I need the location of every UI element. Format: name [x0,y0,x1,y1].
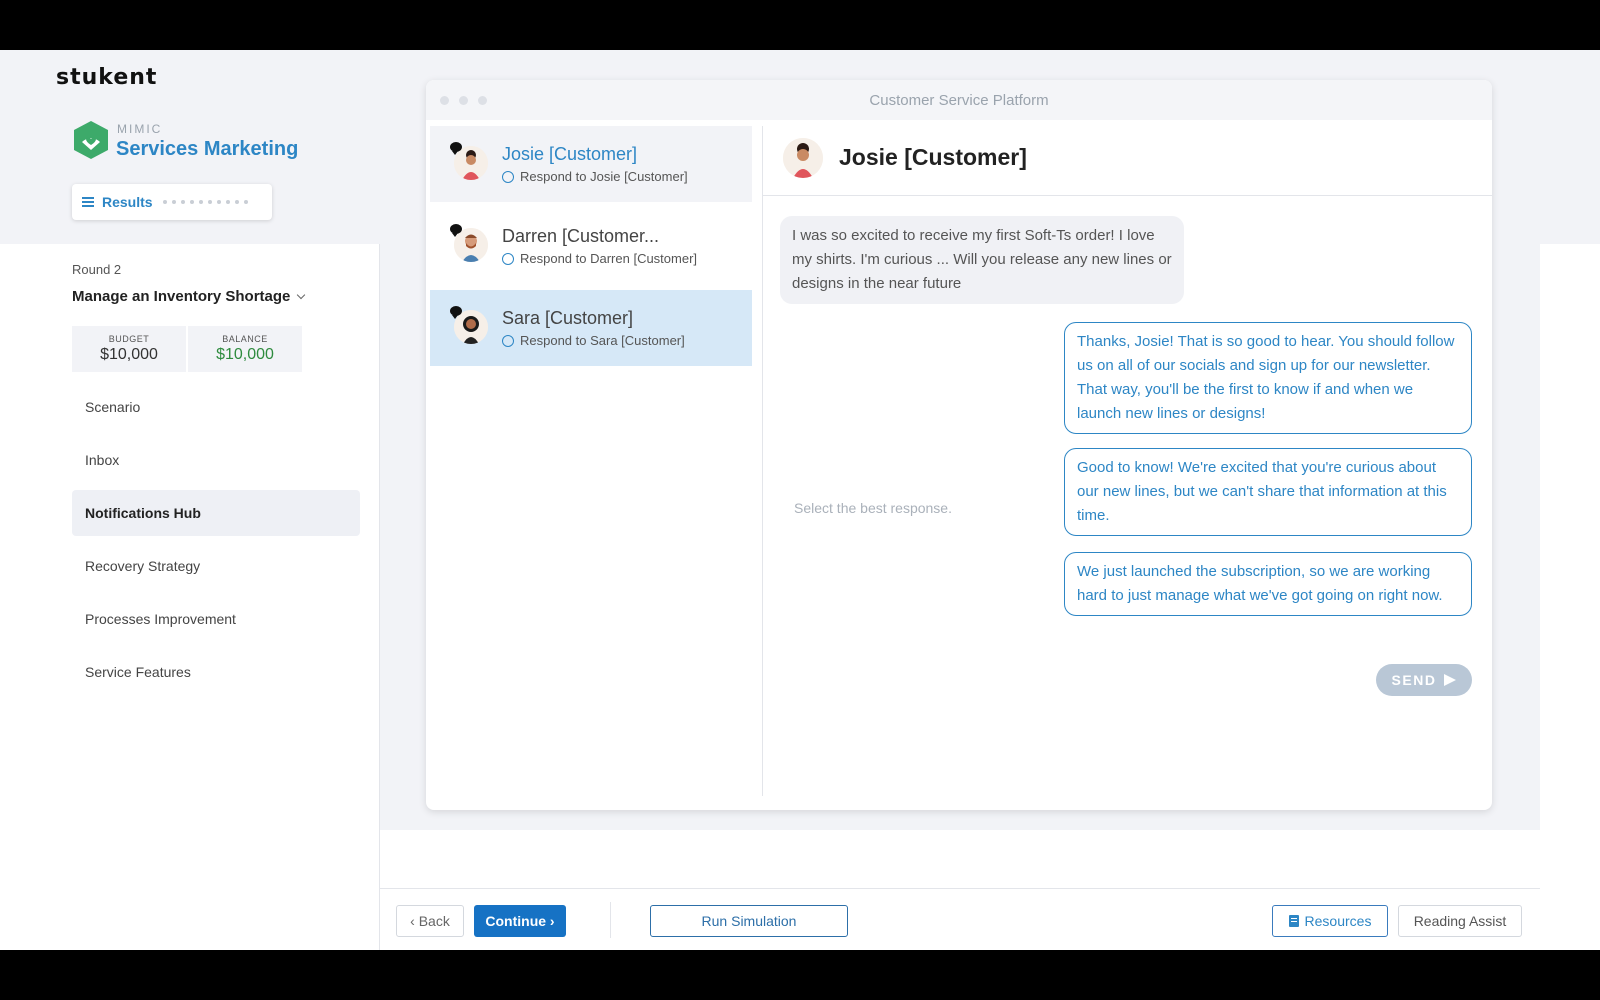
window-controls [440,96,487,105]
budget-value: $10,000 [100,346,158,363]
chat-bubble-icon [450,224,462,237]
conversation-name: Sara [Customer] [502,308,634,328]
select-hint: Select the best response. [794,500,952,516]
nav-item-scenario[interactable]: Scenario [72,384,360,430]
conversation-sara[interactable]: Sara [Customer] Respond to Sara [Custome… [430,290,752,366]
balance-value: $10,000 [216,346,274,363]
mimic-logo-icon [74,121,108,159]
conversation-sub: Respond to Darren [Customer] [520,251,698,266]
brand-logo: stukent [56,65,158,90]
balance-cell: BALANCE $10,000 [188,326,302,372]
menu-icon [82,197,94,207]
chat-bubble-icon [450,142,462,155]
conversation-name: Darren [Customer... [502,226,660,246]
conversation-sub: Respond to Sara [Customer] [520,333,685,348]
conversation-josie[interactable]: Josie [Customer] Respond to Josie [Custo… [430,126,752,202]
conversation-status: Respond to Darren [Customer] [502,251,752,266]
resources-button[interactable]: Resources [1272,905,1388,937]
radio-icon [502,334,514,347]
send-label: SEND [1391,672,1437,688]
right-margin [1540,50,1600,950]
customer-service-window: Customer Service Platform Josie [Custome… [426,80,1492,810]
pane-divider [762,126,763,796]
product-name: Services Marketing [116,138,299,160]
budget-label: BUDGET [108,334,150,344]
window-title: Customer Service Platform [869,91,1049,109]
nav-item-inbox[interactable]: Inbox [72,437,360,483]
scenario-dropdown[interactable]: Manage an Inventory Shortage [72,288,306,305]
chat-header: Josie [Customer] [763,120,1492,196]
results-button[interactable]: Results [72,184,272,220]
document-icon [1288,915,1299,927]
budget-panel: BUDGET $10,000 BALANCE $10,000 [72,326,302,372]
send-icon [1444,674,1457,686]
conversation-status: Respond to Sara [Customer] [502,333,752,348]
back-button[interactable]: ‹ Back [396,905,464,937]
conversation-name: Josie [Customer] [502,144,638,164]
app-screen: stukent MIMIC Services Marketing Results… [0,50,1600,950]
response-option[interactable]: Good to know! We're excited that you're … [1064,448,1472,536]
budget-cell: BUDGET $10,000 [72,326,186,372]
nav-item-recovery-strategy[interactable]: Recovery Strategy [72,543,360,589]
nav-item-processes-improvement[interactable]: Processes Improvement [72,596,360,642]
incoming-message: I was so excited to receive my first Sof… [780,216,1184,304]
response-option[interactable]: We just launched the subscription, so we… [1064,552,1472,616]
progress-dots [162,200,248,204]
balance-label: BALANCE [222,334,268,344]
avatar [783,137,823,178]
round-label: Round 2 [72,262,122,277]
chat-title: Josie [Customer] [839,144,1027,170]
footer-divider [380,888,1540,889]
send-button[interactable]: SEND [1376,664,1472,696]
scenario-title: Manage an Inventory Shortage [72,288,291,305]
conversation-status: Respond to Josie [Customer] [502,169,752,184]
resources-label: Resources [1304,913,1372,929]
sidebar: stukent MIMIC Services Marketing Results… [0,50,380,950]
radio-icon [502,170,514,183]
response-option[interactable]: Thanks, Josie! That is so good to hear. … [1064,322,1472,434]
reading-assist-button[interactable]: Reading Assist [1398,905,1522,937]
results-label: Results [102,194,153,210]
nav-item-service-features[interactable]: Service Features [72,649,360,695]
footer-separator [610,902,611,938]
continue-button[interactable]: Continue › [474,905,566,937]
conversation-darren[interactable]: Darren [Customer... Respond to Darren [C… [430,208,752,284]
mimic-label: MIMIC [117,122,163,136]
nav-item-notifications-hub[interactable]: Notifications Hub [72,490,360,536]
run-simulation-button[interactable]: Run Simulation [650,905,848,937]
radio-icon [502,252,514,265]
chat-bubble-icon [450,306,462,319]
conversation-sub: Respond to Josie [Customer] [520,169,688,184]
conversation-list: Josie [Customer] Respond to Josie [Custo… [430,126,752,372]
window-titlebar: Customer Service Platform [426,80,1492,120]
chevron-down-icon [297,290,306,300]
sidebar-nav: Scenario Inbox Notifications Hub Recover… [72,384,360,702]
